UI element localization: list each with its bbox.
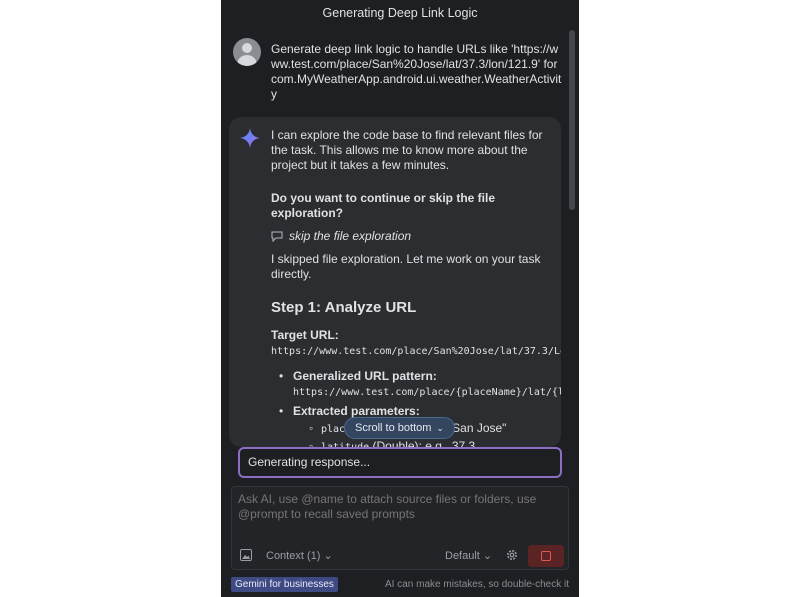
- gear-icon[interactable]: [505, 548, 519, 562]
- gemini-business-badge: Gemini for businesses: [231, 577, 338, 592]
- stop-generation-button[interactable]: [528, 545, 564, 567]
- step-heading: Step 1: Analyze URL: [271, 299, 417, 316]
- attach-image-icon[interactable]: [240, 549, 252, 561]
- scrollbar[interactable]: [569, 30, 575, 210]
- context-label: Context (1): [266, 550, 321, 562]
- disclaimer-text: AI can make mistakes, so double-check it: [385, 579, 569, 590]
- window-title: Generating Deep Link Logic: [322, 6, 478, 20]
- target-url-code: https://www.test.com/place/San%20Jose/la…: [271, 346, 561, 357]
- prompt-input-area[interactable]: Context (1) ⌄ Default ⌄: [231, 486, 569, 570]
- context-dropdown[interactable]: Context (1) ⌄: [266, 549, 333, 562]
- prompt-input[interactable]: [238, 492, 558, 522]
- stop-icon: [541, 551, 551, 561]
- list-item: latitude (Double): e.g., 37.3: [309, 439, 551, 447]
- chevron-down-icon: ⌄: [436, 423, 444, 433]
- pattern-code: https://www.test.com/place/{placeName}/l…: [293, 387, 561, 398]
- ai-response-content: I can explore the code base to find rele…: [271, 128, 561, 447]
- user-choice: skip the file exploration: [271, 229, 551, 244]
- ai-response-card: I can explore the code base to find rele…: [229, 117, 561, 447]
- target-url-label: Target URL:: [271, 328, 339, 342]
- ai-reply-text: I skipped file exploration. Let me work …: [271, 252, 541, 281]
- generating-status: Generating response...: [238, 447, 562, 478]
- scroll-to-bottom-button[interactable]: Scroll to bottom ⌄: [344, 417, 455, 439]
- ai-intro-text: I can explore the code base to find rele…: [271, 128, 543, 172]
- params-label: Extracted parameters:: [293, 404, 420, 418]
- user-choice-text: skip the file exploration: [289, 229, 412, 243]
- model-dropdown[interactable]: Default ⌄: [445, 549, 492, 562]
- pattern-label: Generalized URL pattern:: [293, 369, 437, 383]
- user-message-text: Generate deep link logic to handle URLs …: [271, 42, 562, 101]
- avatar: [233, 38, 261, 66]
- chevron-down-icon: ⌄: [323, 550, 333, 562]
- list-item: Generalized URL pattern: https://www.tes…: [279, 369, 561, 400]
- chat-bubble-icon: [271, 231, 283, 242]
- scroll-to-bottom-label: Scroll to bottom: [355, 422, 432, 434]
- target-url-line: Target URL: https://www.test.com/place/S…: [271, 328, 561, 359]
- param-desc: (Double): e.g., 37.3: [369, 439, 476, 447]
- input-toolbar: Context (1) ⌄ Default ⌄: [232, 545, 570, 567]
- ai-chat-panel: Generating Deep Link Logic Generate deep…: [221, 0, 579, 597]
- gemini-sparkle-icon: [239, 127, 261, 149]
- ai-question: Do you want to continue or skip the file…: [271, 191, 496, 220]
- model-label: Default: [445, 550, 480, 562]
- chevron-down-icon: ⌄: [482, 550, 493, 562]
